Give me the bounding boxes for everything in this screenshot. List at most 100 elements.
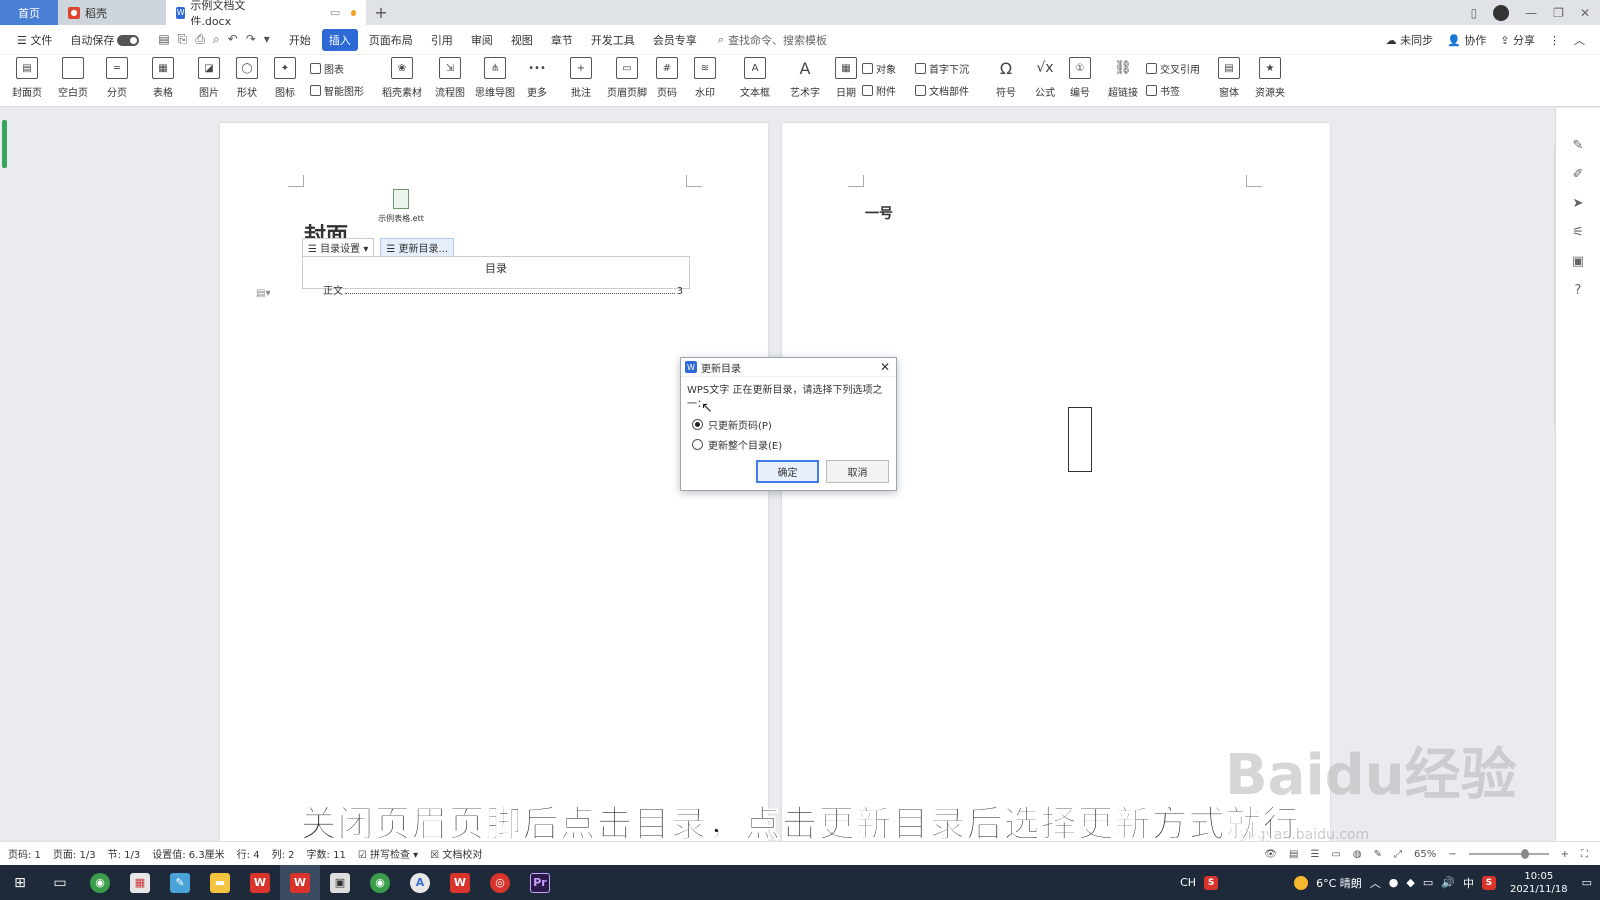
more-options-icon[interactable]: ⋮ xyxy=(1549,34,1560,47)
text-frame[interactable] xyxy=(1068,407,1092,472)
zoom-level[interactable]: 65% xyxy=(1414,849,1436,860)
collab-button[interactable]: 👤 协作 xyxy=(1447,32,1486,48)
style-icon[interactable]: ✎ xyxy=(1573,138,1584,153)
pen-icon[interactable]: ✐ xyxy=(1573,167,1584,182)
ime-indicator[interactable]: CH xyxy=(1180,876,1196,889)
export-icon[interactable]: ⎘ xyxy=(178,32,188,47)
status-word-count[interactable]: 字数: 11 xyxy=(307,846,346,861)
page-number-button[interactable]: # 页码 xyxy=(656,57,678,99)
new-tab-button[interactable]: + xyxy=(366,0,396,25)
textbox-button[interactable]: A 文本框 xyxy=(740,57,770,99)
fit-icon[interactable]: ⤢ xyxy=(1394,849,1402,860)
tray-expand-icon[interactable]: ︿ xyxy=(1370,875,1381,891)
weather-text[interactable]: 6°C 晴朗 xyxy=(1316,875,1362,891)
cover-title[interactable]: 封面 xyxy=(304,224,348,238)
toc-block[interactable]: 目录 正文 3 xyxy=(302,256,690,297)
file-menu[interactable]: ☰ 文件 xyxy=(10,29,59,51)
language-indicator[interactable]: 中 xyxy=(1463,875,1474,891)
tray-app-icon[interactable]: ● xyxy=(1389,876,1399,889)
backup-icon[interactable]: ▣ xyxy=(1572,254,1584,269)
web-view-icon[interactable]: ▭ xyxy=(1331,849,1340,860)
menu-view[interactable]: 视图 xyxy=(504,29,540,51)
chart-button[interactable]: 图表 xyxy=(310,61,344,76)
menu-chapter[interactable]: 章节 xyxy=(544,29,580,51)
menu-review[interactable]: 审阅 xyxy=(464,29,500,51)
page-view-icon[interactable]: ▤ xyxy=(1289,849,1298,860)
icon-button[interactable]: ✦ 图标 xyxy=(274,57,296,99)
spell-check-button[interactable]: ☑ 拼写检查 ▾ xyxy=(358,846,418,861)
select-icon[interactable]: ➤ xyxy=(1573,196,1584,211)
menu-page-layout[interactable]: 页面布局 xyxy=(362,29,420,51)
paragraph-options-icon[interactable]: ▤▾ xyxy=(256,288,270,299)
navigation-handle[interactable] xyxy=(2,120,7,168)
resource-button[interactable]: ★ 资源夹 xyxy=(1255,57,1285,99)
symbol-button[interactable]: Ω 符号 xyxy=(995,57,1017,100)
adjust-icon[interactable]: ⚟ xyxy=(1572,225,1584,240)
app-recorder-icon[interactable]: ▣ xyxy=(320,865,360,900)
bookmark-button[interactable]: 书签 xyxy=(1146,83,1180,98)
app-calendar-icon[interactable]: ▦ xyxy=(120,865,160,900)
sogou-tray-icon[interactable]: S xyxy=(1481,875,1496,890)
watermark-button[interactable]: ≋ 水印 xyxy=(694,57,716,99)
page2-heading[interactable]: 一号 xyxy=(865,203,893,223)
network-icon[interactable]: ▭ xyxy=(1423,876,1433,889)
date-button[interactable]: ▦ 日期 xyxy=(835,57,857,99)
windows-start-icon[interactable]: ⊞ xyxy=(0,865,40,900)
cancel-button[interactable]: 取消 xyxy=(826,460,889,483)
tab-daoke[interactable]: ● 稻壳 xyxy=(58,0,166,25)
app-a-icon[interactable]: A xyxy=(400,865,440,900)
toc-update-button[interactable]: ☰ 更新目录... xyxy=(380,238,455,257)
close-icon[interactable]: ✕ xyxy=(880,360,890,374)
task-view-icon[interactable]: ▭ xyxy=(40,865,80,900)
wps-active-icon[interactable]: W xyxy=(280,865,320,900)
tray-security-icon[interactable]: ◆ xyxy=(1406,876,1414,889)
form-button[interactable]: ▤ 窗体 xyxy=(1218,57,1240,99)
table-button[interactable]: ▦ 表格 xyxy=(152,57,174,99)
command-search[interactable]: ⌕ 查找命令、搜索模板 xyxy=(718,32,827,48)
premiere-icon[interactable]: Pr xyxy=(520,865,560,900)
print-icon[interactable]: ⎙ xyxy=(195,32,205,47)
page-break-button[interactable]: ═ 分页 xyxy=(106,57,128,99)
proofread-button[interactable]: ☒ 文档校对 xyxy=(430,846,482,861)
attachment-button[interactable]: 附件 xyxy=(862,83,896,98)
share-button[interactable]: ⇪ 分享 xyxy=(1500,32,1535,48)
numbering-button[interactable]: ① 编号 xyxy=(1069,57,1091,99)
app-notes-icon[interactable]: ✎ xyxy=(160,865,200,900)
flowchart-button[interactable]: ⇲ 流程图 xyxy=(435,57,465,99)
crossref-button[interactable]: 交叉引用 xyxy=(1146,61,1200,76)
outline-view-icon[interactable]: ☰ xyxy=(1310,849,1319,860)
menu-member[interactable]: 会员专享 xyxy=(646,29,704,51)
chrome-icon[interactable]: ◉ xyxy=(80,865,120,900)
blank-page-button[interactable]: 空白页 xyxy=(58,57,88,99)
layout-icon[interactable]: ▯ xyxy=(1471,6,1478,20)
menu-start[interactable]: 开始 xyxy=(282,29,318,51)
autosave-toggle[interactable]: 自动保存 xyxy=(63,29,146,51)
volume-icon[interactable]: 🔊 xyxy=(1441,876,1455,889)
preview-icon[interactable]: ⌕ xyxy=(213,32,220,47)
file-explorer-icon[interactable]: ▬ xyxy=(200,865,240,900)
toc-settings-button[interactable]: ☰ 目录设置 ▾ xyxy=(302,238,375,257)
redo-icon[interactable]: ↷ xyxy=(246,32,256,47)
picture-button[interactable]: ◪ 图片 xyxy=(198,57,220,99)
header-footer-button[interactable]: ▭ 页眉页脚 xyxy=(607,57,647,99)
monitor-icon[interactable]: ▭ xyxy=(330,6,340,19)
close-icon[interactable]: ✕ xyxy=(1580,6,1590,20)
fullscreen-icon[interactable]: ⛶ xyxy=(1581,849,1588,860)
eye-protection-icon[interactable]: 👁 xyxy=(1264,849,1277,860)
help-icon[interactable]: ? xyxy=(1575,283,1582,298)
notification-icon[interactable]: ▭ xyxy=(1582,876,1592,889)
zoom-slider-thumb[interactable] xyxy=(1520,849,1529,859)
zoom-out-icon[interactable]: − xyxy=(1448,849,1456,860)
object-button[interactable]: 对象 xyxy=(862,61,896,76)
wps-third-icon[interactable]: W xyxy=(440,865,480,900)
status-pages[interactable]: 页面: 1/3 xyxy=(53,846,96,861)
globe-icon[interactable]: ◍ xyxy=(1353,849,1362,860)
option-update-entire-toc[interactable]: 更新整个目录(E) xyxy=(681,437,896,452)
tab-home[interactable]: 首页 xyxy=(0,0,58,25)
zoom-slider[interactable] xyxy=(1468,849,1549,859)
dropcap-button[interactable]: 首字下沉 xyxy=(915,61,969,76)
menu-references[interactable]: 引用 xyxy=(424,29,460,51)
smartart-button[interactable]: 智能图形 xyxy=(310,83,364,98)
netease-music-icon[interactable]: ◎ xyxy=(480,865,520,900)
tab-document[interactable]: W 示例文档文件.docx ▭ xyxy=(166,0,366,28)
